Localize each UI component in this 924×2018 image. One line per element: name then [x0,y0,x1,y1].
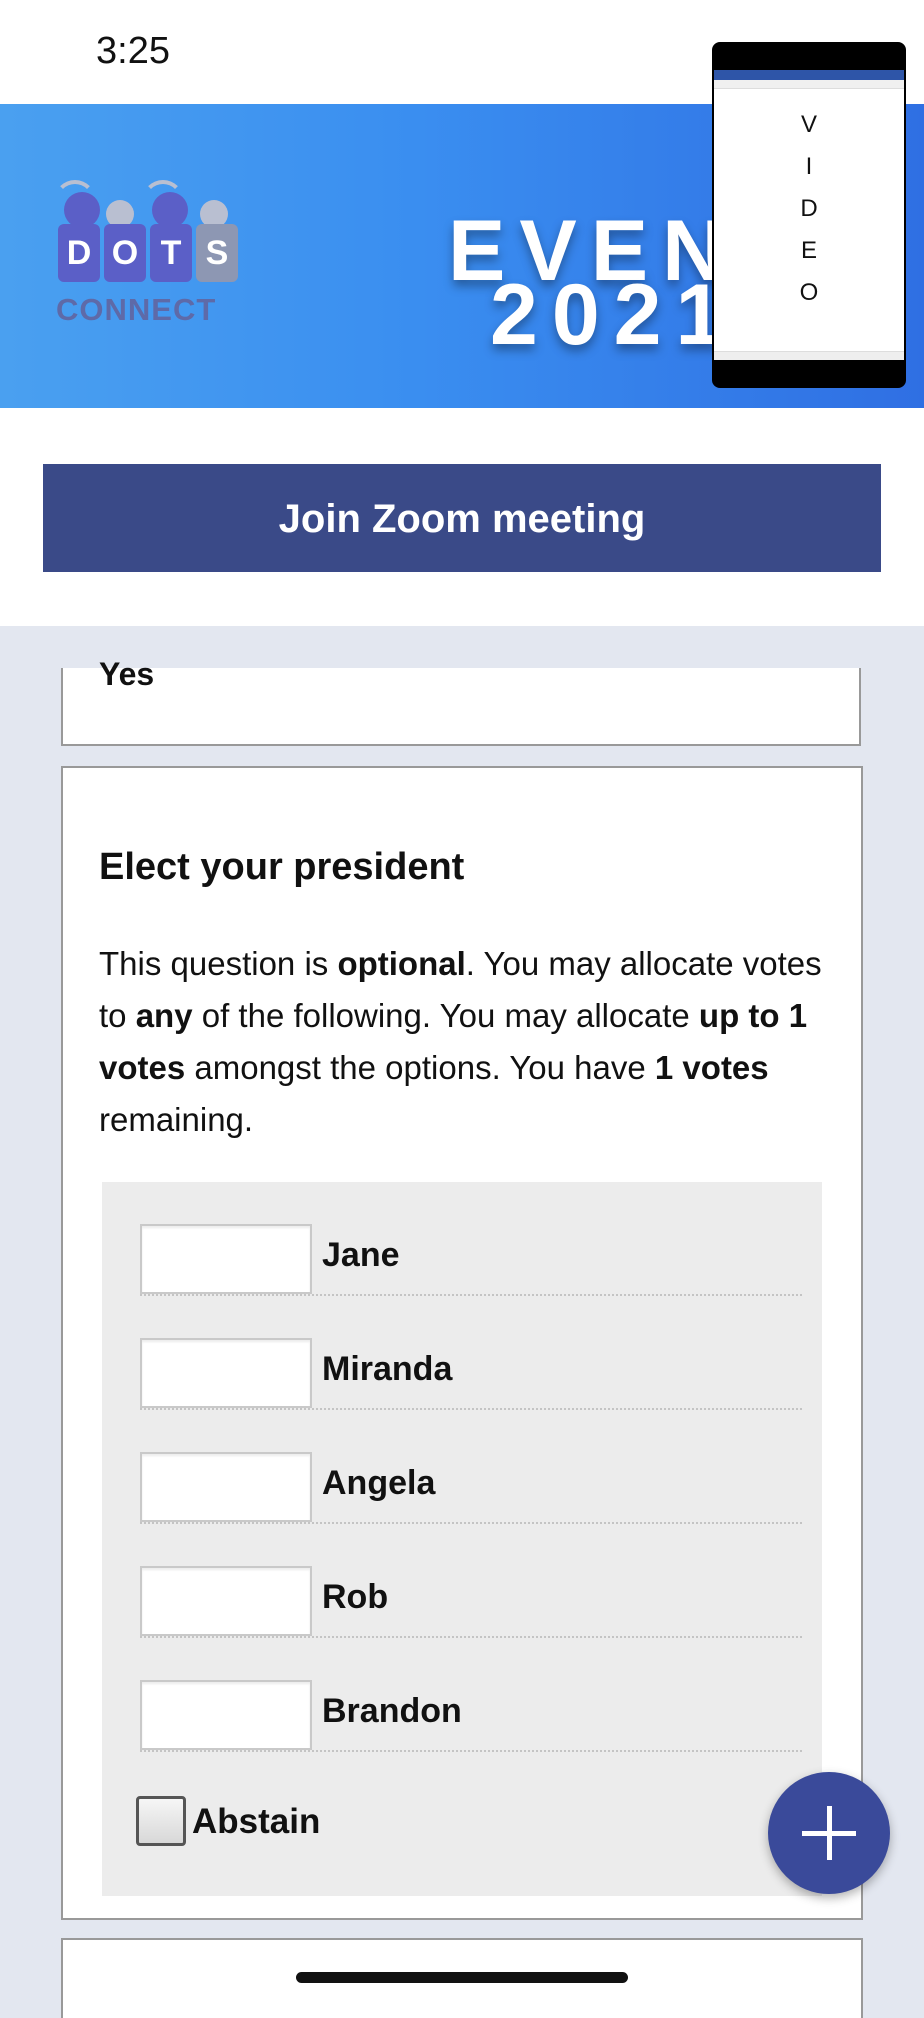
vote-input-miranda[interactable] [140,1338,312,1408]
video-overlay[interactable]: V I D E O [712,42,906,388]
abstain-label: Abstain [192,1802,321,1841]
plus-icon [827,1806,832,1860]
event-title: EVEN 2021 [448,208,738,358]
option-label: Brandon [322,1692,462,1730]
option-label: Jane [322,1236,400,1274]
logo-tile: S [196,224,238,282]
option-row: Angela [140,1410,802,1524]
question-title: Elect your president [99,846,465,888]
join-zoom-button[interactable]: Join Zoom meeting [43,464,881,572]
previous-question-card: Yes [61,656,861,746]
logo-tile: T [150,224,192,282]
home-indicator [296,1972,628,1983]
document-title-bar [714,70,904,80]
question-card: Elect your president This question is op… [61,766,863,1920]
video-letter: I [805,153,813,180]
option-label: Rob [322,1578,389,1616]
option-label: Miranda [322,1350,453,1388]
vote-input-jane[interactable] [140,1224,312,1294]
vote-input-rob[interactable] [140,1566,312,1636]
video-letter: E [800,237,817,264]
status-time: 3:25 [96,30,170,72]
vote-input-angela[interactable] [140,1452,312,1522]
video-label: V I D E O [714,104,904,314]
logo-tile: D [58,224,100,282]
video-letter: V [800,111,817,138]
abstain-checkbox[interactable] [136,1796,186,1846]
person-dot [152,192,188,228]
option-label: Angela [322,1464,436,1502]
person-dot [64,192,100,228]
vote-input-brandon[interactable] [140,1680,312,1750]
document-ribbon [714,80,904,89]
options-panel: Jane Miranda Angela Rob Brandon [102,1182,822,1896]
document-status-bar [714,351,904,360]
option-row: Rob [140,1524,802,1638]
add-fab-button[interactable] [768,1772,890,1894]
zoom-section: Join Zoom meeting [0,408,924,626]
question-description: This question is optional. You may alloc… [99,945,822,1138]
option-row: Brandon [140,1638,802,1752]
event-title-line2: 2021 [490,267,738,363]
video-letter: O [799,279,819,306]
previous-card-text: Yes [99,656,155,692]
video-letter: D [800,195,818,222]
option-row: Miranda [140,1296,802,1410]
dots-connect-logo: D O T S CONNECT [52,170,252,350]
logo-tile: O [104,224,146,282]
option-row: Jane [140,1182,802,1296]
logo-text: CONNECT [56,292,217,327]
video-document-preview: V I D E O [714,70,904,360]
